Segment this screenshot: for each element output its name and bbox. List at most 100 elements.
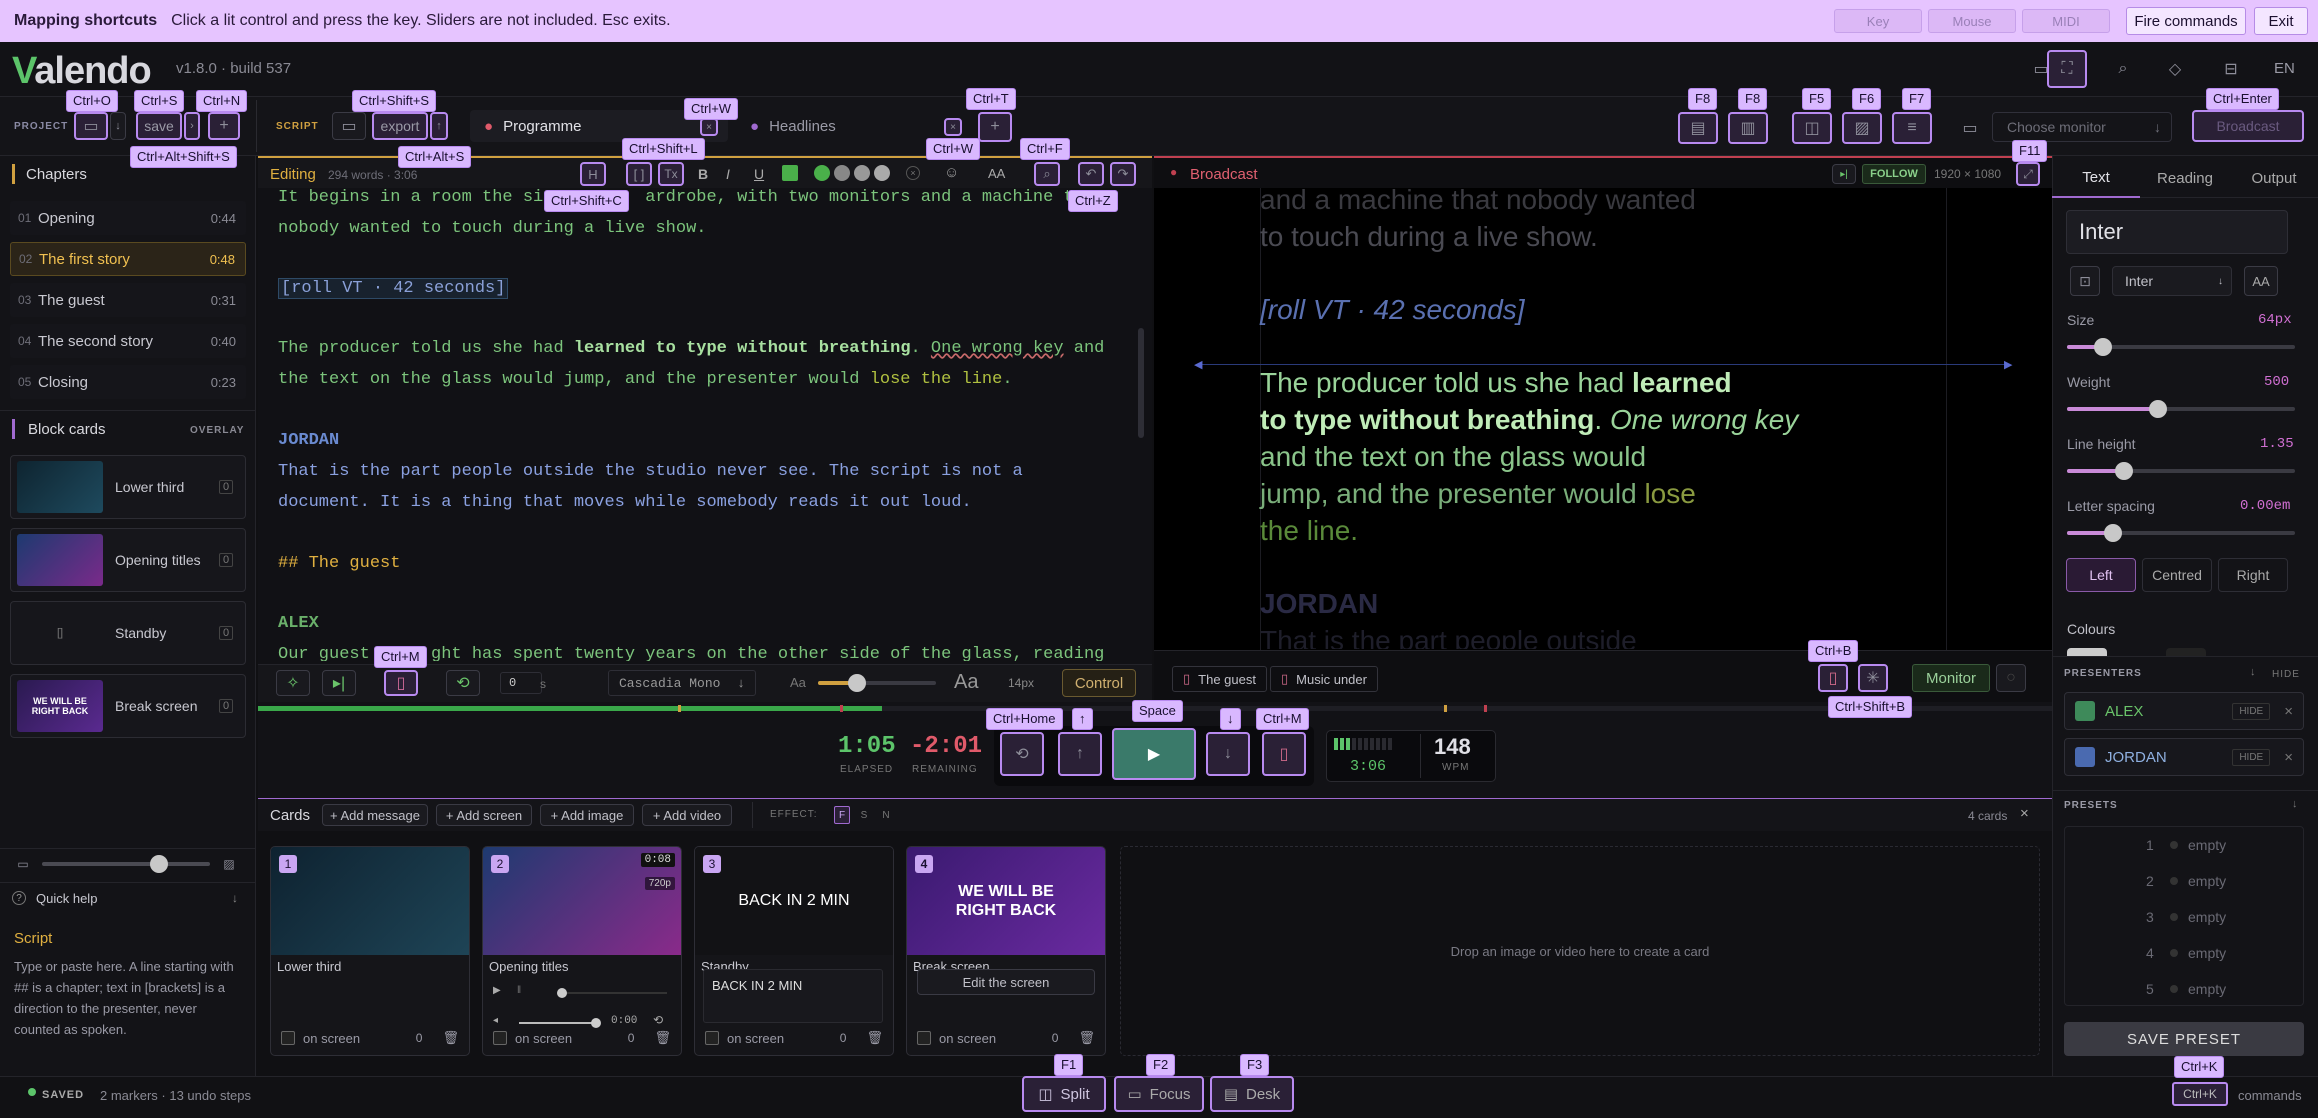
card[interactable]: 1 Lower third on screen 0 🗑	[270, 846, 470, 1056]
presenter-colour[interactable]	[2075, 701, 2095, 721]
person-icon[interactable]: ☺	[944, 164, 959, 181]
export-button[interactable]: export	[372, 112, 428, 140]
tab-output[interactable]: Output	[2230, 158, 2318, 198]
chapter-item[interactable]: 01 Opening 0:44	[10, 201, 246, 235]
command-palette-key[interactable]: Ctrl+K	[2172, 1082, 2228, 1106]
panel-bottom-icon[interactable]: ▥	[1728, 112, 1768, 144]
bold-icon[interactable]: B	[698, 166, 708, 182]
font-select[interactable]: Cascadia Mono ↓	[608, 670, 756, 696]
block-toggle[interactable]: 0	[219, 553, 233, 567]
bookmark-icon[interactable]: ▯	[384, 670, 418, 696]
save-button[interactable]: save	[136, 112, 182, 140]
columns-icon[interactable]: ◫	[1792, 112, 1832, 144]
add-screen-button[interactable]: + Add screen	[436, 804, 532, 826]
blackout-icon[interactable]: ▯	[1818, 664, 1848, 692]
font-family-select[interactable]: Inter ↓	[2112, 266, 2232, 296]
colour-swatch[interactable]	[2166, 648, 2206, 656]
block-card[interactable]: WE WILL BE RIGHT BACK Break screen 0	[10, 674, 246, 738]
presenter-hide[interactable]: HIDE	[2232, 702, 2271, 720]
underline-icon[interactable]: U	[754, 166, 764, 182]
layout-icon[interactable]: ⊟	[2216, 54, 2246, 84]
search-icon[interactable]: ⌕	[2108, 54, 2138, 84]
open-folder-icon[interactable]: ▭	[74, 112, 108, 140]
scrubber-handle[interactable]	[557, 988, 567, 998]
zoom-slider[interactable]	[42, 855, 210, 873]
close-tab-icon[interactable]: ×	[944, 118, 962, 136]
preset-slot[interactable]: 5 empty	[2064, 974, 2304, 1004]
focus-layout-button[interactable]: ▭ Focus	[1114, 1076, 1204, 1112]
split-layout-button[interactable]: ◫ Split	[1022, 1076, 1106, 1112]
remove-icon[interactable]: ×	[2284, 749, 2293, 766]
effect-fade[interactable]: F	[834, 806, 850, 824]
close-icon[interactable]: ×	[2020, 805, 2029, 822]
play-button[interactable]: ▶	[1112, 728, 1196, 780]
on-screen-checkbox[interactable]	[705, 1031, 719, 1045]
marker-chip[interactable]: ▯ The guest	[1172, 666, 1267, 692]
card-key[interactable]: 0	[628, 1031, 635, 1045]
on-screen-checkbox[interactable]	[917, 1031, 931, 1045]
export-menu-icon[interactable]: ↑	[430, 112, 448, 140]
save-menu-icon[interactable]: ›	[184, 112, 200, 140]
line-height-slider[interactable]	[2067, 462, 2295, 480]
drop-zone[interactable]: Drop an image or video here to create a …	[1120, 846, 2040, 1056]
next-icon[interactable]: ↓	[1206, 732, 1250, 776]
chevron-down-icon[interactable]: ↓	[232, 891, 238, 905]
preset-slot[interactable]: 4 empty	[2064, 938, 2304, 968]
caps-toggle[interactable]: AA	[2244, 266, 2278, 296]
restart-icon[interactable]: ⟲	[1000, 732, 1044, 776]
color-swatch[interactable]	[854, 165, 870, 181]
clear-format-icon[interactable]: Tx	[658, 162, 684, 186]
chapter-item[interactable]: 05 Closing 0:23	[10, 365, 246, 399]
hide-all-toggle[interactable]: HIDE	[2272, 669, 2300, 680]
preset-slot[interactable]: 2 empty	[2064, 866, 2304, 896]
video-pause-icon[interactable]: ‖	[517, 985, 521, 996]
zoom-slider-handle[interactable]	[150, 855, 168, 873]
card[interactable]: 3 BACK IN 2 MIN Standby BACK IN 2 MIN on …	[694, 846, 894, 1056]
find-icon[interactable]: ⌕	[1034, 162, 1060, 186]
sort-icon[interactable]: ↓	[2250, 666, 2256, 678]
chapter-item-active[interactable]: 02 The first story 0:48	[10, 242, 246, 276]
mode-key[interactable]: Key	[1834, 9, 1922, 33]
sparkle-icon[interactable]: ✧	[276, 670, 310, 696]
case-icon[interactable]: AA	[988, 166, 1005, 181]
follow-toggle[interactable]: FOLLOW	[1862, 164, 1926, 184]
image-icon[interactable]: ▨	[1842, 112, 1882, 144]
align-left-button[interactable]: Left	[2066, 558, 2136, 592]
direction-icon[interactable]: [ ]	[626, 162, 652, 186]
broadcast-button[interactable]: Broadcast	[2192, 110, 2304, 142]
align-center-button[interactable]: Centred	[2142, 558, 2212, 592]
play-from-cursor-icon[interactable]: ▸|	[322, 670, 356, 696]
preset-slot[interactable]: 1 empty	[2064, 830, 2304, 860]
close-tab-icon[interactable]: ×	[700, 118, 718, 136]
block-toggle[interactable]: 0	[219, 480, 233, 494]
redo-icon[interactable]: ↷	[1110, 162, 1136, 186]
new-project-icon[interactable]: +	[208, 112, 240, 140]
presenter-hide[interactable]: HIDE	[2232, 748, 2271, 766]
countdown-input[interactable]: 0	[500, 672, 542, 694]
block-card[interactable]: Lower third 0	[10, 455, 246, 519]
lock-icon[interactable]: ⊡	[2070, 266, 2100, 296]
effect-none[interactable]: N	[878, 806, 894, 824]
desk-layout-button[interactable]: ▤ Desk	[1210, 1076, 1294, 1112]
highlight-icon[interactable]	[782, 165, 798, 181]
trash-icon[interactable]: 🗑	[654, 1030, 671, 1046]
edit-screen-button[interactable]: Edit the screen	[917, 969, 1095, 995]
tab-reading[interactable]: Reading	[2140, 158, 2230, 198]
card-key[interactable]: 0	[1052, 1031, 1059, 1045]
monitor-select[interactable]: Choose monitor ↓	[1992, 112, 2172, 142]
color-green-swatch[interactable]	[814, 165, 830, 181]
add-image-button[interactable]: + Add image	[540, 804, 634, 826]
card-text-field[interactable]: BACK IN 2 MIN	[703, 969, 883, 1023]
fullscreen-icon[interactable]: ⛶	[2047, 50, 2087, 88]
fire-commands-button[interactable]: Fire commands	[2126, 7, 2246, 35]
slider-handle[interactable]	[2115, 462, 2133, 480]
presenter-row[interactable]: JORDAN HIDE ×	[2064, 738, 2304, 776]
monitor-toggle[interactable]: Monitor	[1912, 664, 1990, 692]
remove-icon[interactable]: ×	[2284, 703, 2293, 720]
add-video-button[interactable]: + Add video	[642, 804, 732, 826]
play-icon[interactable]: ▸|	[1832, 164, 1856, 184]
align-right-button[interactable]: Right	[2218, 558, 2288, 592]
letter-spacing-slider[interactable]	[2067, 524, 2295, 542]
quick-help-toggle[interactable]: Quick help	[36, 891, 97, 906]
open-recent-chevron-icon[interactable]: ↓	[110, 112, 126, 140]
